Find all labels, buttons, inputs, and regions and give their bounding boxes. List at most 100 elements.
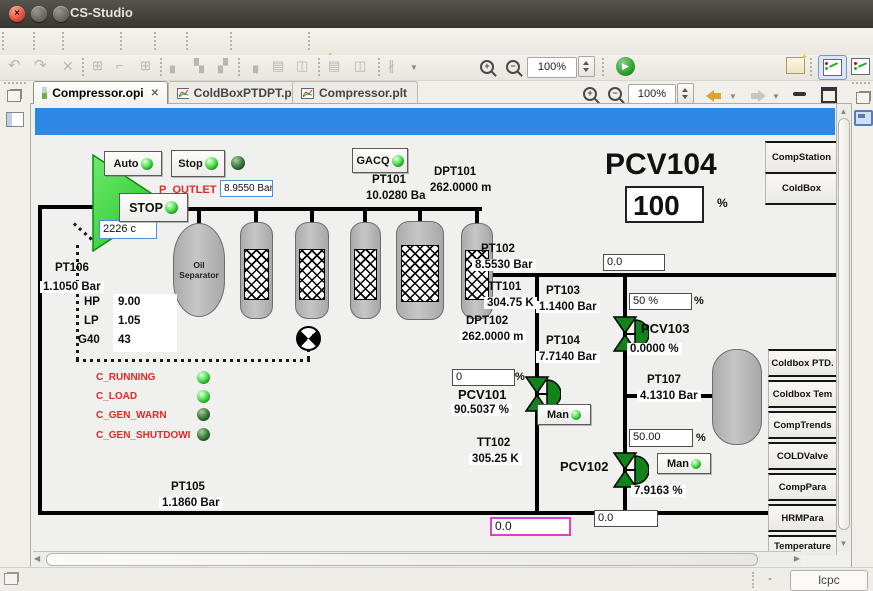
coalescer-vessel — [295, 222, 329, 319]
scroll-right-arrow[interactable]: ▶ — [794, 552, 800, 566]
navigate-back-icon[interactable] — [706, 90, 714, 102]
flow-input-bottom[interactable]: 0.0 — [594, 510, 658, 527]
man-button-label: Man — [667, 458, 689, 470]
stop-led — [205, 157, 218, 170]
sensor-name: PT102 — [481, 243, 515, 255]
nav-compstation-button[interactable]: CompStation — [765, 141, 838, 174]
fast-view-icon[interactable] — [856, 92, 870, 104]
fast-view-icon[interactable] — [7, 90, 21, 102]
views-icon[interactable] — [4, 573, 18, 585]
scroll-up-arrow[interactable]: ▲ — [837, 105, 850, 118]
flow-input-top[interactable]: 0.0 — [603, 254, 665, 271]
sensor-name: TT102 — [477, 437, 510, 449]
man-button-label: Man — [547, 409, 569, 421]
nav-comptrends-button[interactable]: CompTrends — [768, 411, 837, 439]
tab-label: ColdBoxPTDPT.plt — [194, 86, 299, 100]
zoom-level-combo[interactable]: 100% — [527, 57, 577, 78]
table-row-value: 9.00 — [118, 296, 140, 308]
sensor-value: 262.0000 m — [427, 182, 494, 194]
pcv101-setpoint-input[interactable]: 0 — [452, 369, 515, 386]
tab-coldboxptdpt-plt[interactable]: ColdBoxPTDPT.plt — [168, 81, 308, 104]
pcv104-unit-label: % — [717, 196, 728, 210]
pipe — [38, 205, 96, 209]
distribute-h-icon: ▗ — [248, 58, 258, 74]
nav-button-label: COLDValve — [777, 451, 828, 462]
nav-coldbox-button[interactable]: ColdBox — [765, 172, 838, 205]
view-zoom-out-icon[interactable]: − — [608, 87, 622, 101]
pcv102-setpoint-input[interactable]: 50.00 — [629, 429, 693, 447]
nav-comppara-button[interactable]: CompPara — [768, 473, 837, 501]
auto-button[interactable]: Auto — [104, 151, 162, 176]
trim-drag-handle — [852, 82, 870, 86]
tab-compressor-opi[interactable]: Compressor.opi ✕ — [33, 81, 168, 104]
vertical-scroll-thumb[interactable] — [838, 118, 850, 530]
layout-view-icon[interactable] — [6, 112, 24, 127]
vertical-scrollbar[interactable]: ▲ ▼ — [836, 104, 850, 551]
navigate-back-icon[interactable] — [714, 93, 721, 99]
sensor-value: 1.1400 Bar — [536, 301, 600, 313]
nav-coldvalve-button[interactable]: COLDValve — [768, 442, 837, 470]
valve-feedback: 7.9163 % — [631, 485, 686, 497]
nav-button-label: CompPara — [779, 482, 827, 493]
nav-coldbox-ptd-button[interactable]: Coldbox PTD. — [768, 349, 837, 377]
delete-icon: ✕ — [62, 58, 74, 74]
perspective-databrowser-button[interactable] — [851, 58, 870, 75]
p-outlet-input[interactable]: 8.9550 Bar — [220, 180, 273, 197]
zoom-out-icon[interactable]: − — [506, 60, 520, 74]
coalescer-packing — [244, 249, 269, 300]
horizontal-scrollbar[interactable]: ◀ ▶ — [33, 551, 801, 566]
dropdown-icon: ▼ — [772, 92, 780, 101]
flow-input-highlighted[interactable]: 0.0 — [490, 517, 571, 536]
compressor-stop-led — [165, 201, 178, 214]
gacq-button-label: GACQ — [357, 155, 390, 167]
nav-button-label: Coldbox Tem — [773, 389, 832, 400]
c-gen-shutdown-led — [197, 428, 210, 441]
pipe — [488, 273, 836, 277]
nav-button-label: CompTrends — [773, 420, 831, 431]
zoom-spinner[interactable] — [578, 56, 595, 77]
open-perspective-icon[interactable]: ✦ — [786, 57, 805, 74]
minimize-view-icon[interactable] — [793, 92, 806, 96]
man-led — [571, 410, 581, 420]
window-minimize-button[interactable] — [31, 6, 47, 22]
nav-hrmpara-button[interactable]: HRMPara — [768, 504, 837, 532]
coalescer-packing — [299, 249, 325, 300]
sensor-value: 304.75 K — [484, 297, 537, 309]
temperature-input[interactable]: 2226 c — [99, 220, 157, 239]
zoom-in-icon[interactable]: + — [480, 60, 494, 74]
maximize-view-icon[interactable] — [821, 87, 837, 103]
pcv104-setpoint-input[interactable]: 100 — [625, 186, 704, 223]
pcv102-man-button[interactable]: Man — [657, 453, 711, 474]
window-close-button[interactable]: × — [9, 6, 25, 22]
dropdown-icon[interactable]: ▼ — [729, 92, 737, 101]
horizontal-scroll-thumb[interactable] — [46, 553, 758, 566]
window-maximize-button[interactable] — [53, 6, 69, 22]
perspective-opi-runtime-button[interactable] — [818, 55, 847, 80]
run-opi-button[interactable]: ▶ — [616, 57, 635, 76]
nav-coldbox-temp-button[interactable]: Coldbox Tem — [768, 380, 837, 408]
scroll-left-arrow[interactable]: ◀ — [34, 552, 40, 566]
bring-front-icon: ▤ — [328, 58, 340, 74]
sensor-name: DPT102 — [466, 315, 508, 327]
trim-drag-handle — [4, 82, 26, 86]
monitor-view-icon[interactable] — [854, 110, 873, 126]
pcv101-man-button[interactable]: Man — [537, 404, 591, 425]
dotted-signal-line — [76, 359, 310, 362]
gacq-button[interactable]: GACQ — [352, 148, 408, 173]
pcv102-valve-symbol — [609, 452, 649, 488]
sensor-name: PT103 — [546, 285, 580, 297]
pcv104-title: PCV104 — [605, 148, 765, 182]
sensor-value: 7.7140 Bar — [536, 351, 600, 363]
table-row-value: 43 — [118, 334, 131, 346]
scroll-down-arrow[interactable]: ▼ — [837, 537, 850, 550]
compressor-stop-button[interactable]: STOP — [119, 193, 188, 222]
view-zoom-combo[interactable]: 100% — [628, 84, 676, 104]
view-zoom-spinner[interactable] — [677, 83, 694, 104]
tab-close-icon[interactable]: ✕ — [151, 88, 159, 99]
sensor-name: PT104 — [546, 335, 580, 347]
tab-compressor-plt[interactable]: Compressor.plt — [292, 81, 418, 104]
view-zoom-in-icon[interactable]: + — [583, 87, 597, 101]
stop-button[interactable]: Stop — [171, 150, 225, 177]
pipe — [38, 205, 42, 515]
pcv103-setpoint-input[interactable]: 50 % — [629, 293, 692, 310]
